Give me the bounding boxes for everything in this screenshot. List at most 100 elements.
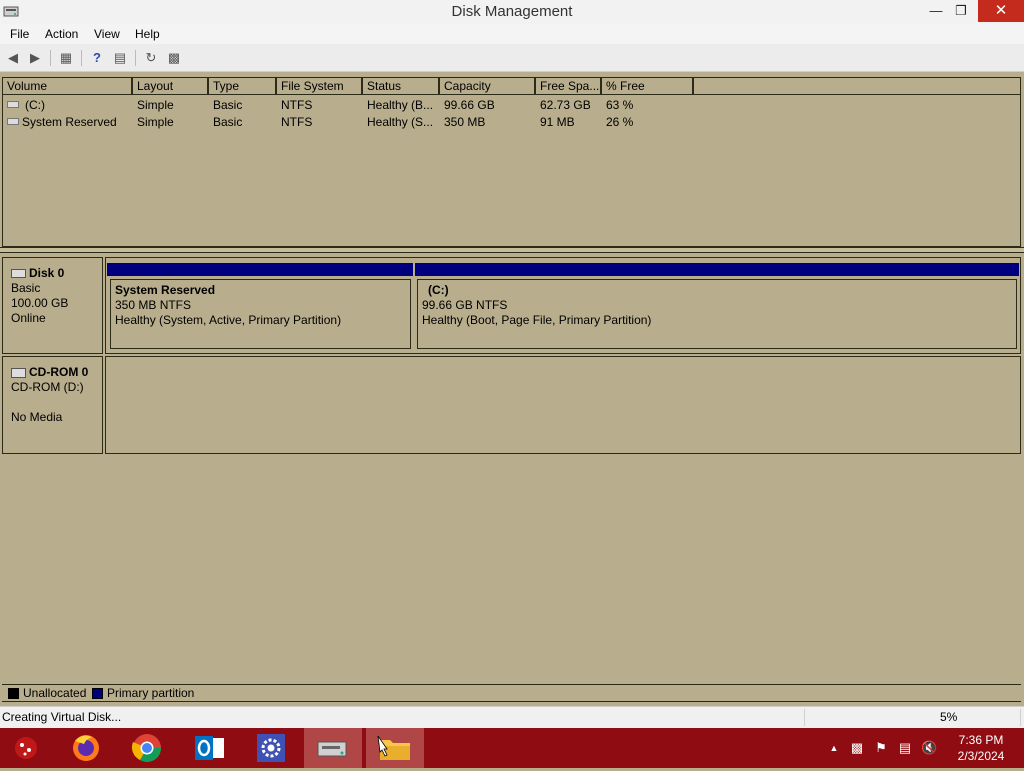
partition-name: System Reserved — [115, 283, 216, 297]
cell-volume: System Reserved — [22, 115, 117, 129]
table-row[interactable]: (C:) Simple Basic NTFS Healthy (B... 99.… — [3, 97, 1018, 114]
disk-name: CD-ROM 0 — [29, 365, 89, 379]
disk-type: Basic — [11, 281, 41, 295]
partition-c[interactable]: (C:) 99.66 GB NTFS Healthy (Boot, Page F… — [417, 279, 1017, 349]
forward-arrow-icon[interactable]: ▶ — [26, 49, 44, 67]
disk-type: CD-ROM (D:) — [11, 380, 84, 394]
volume-muted-icon[interactable]: 🔇 — [921, 739, 937, 757]
disk-management-taskbar-icon[interactable] — [304, 728, 362, 768]
title-bar: Disk Management — ❐ ✕ — [0, 0, 1024, 24]
cell-volume: (C:) — [25, 98, 45, 112]
cell-file-system: NTFS — [281, 98, 313, 112]
unallocated-swatch — [8, 688, 19, 699]
game-icon[interactable] — [0, 728, 58, 768]
partition-bar — [107, 263, 413, 276]
window-title: Disk Management — [451, 3, 573, 20]
status-progress: 5% — [940, 710, 958, 724]
column-header-free-space[interactable]: Free Spa... — [536, 78, 602, 95]
network-status-icon[interactable]: ▤ — [897, 739, 913, 757]
menu-bar: File Action View Help — [0, 24, 1024, 44]
cd-drive-icon — [11, 367, 26, 378]
cell-status: Healthy (S... — [367, 115, 434, 129]
partition-system-reserved[interactable]: System Reserved 350 MB NTFS Healthy (Sys… — [110, 279, 411, 349]
column-header-capacity[interactable]: Capacity — [440, 78, 536, 95]
toolbar: ◀ ▶ ▦ ? ▤ ↻ ▩ — [0, 44, 1024, 72]
cell-layout: Simple — [137, 98, 174, 112]
partition-name: (C:) — [428, 283, 449, 297]
cdrom-0-area[interactable] — [105, 356, 1021, 454]
column-header-percent-free[interactable]: % Free — [602, 78, 694, 95]
taskbar-clock[interactable]: 7:36 PM 2/3/2024 — [950, 732, 1012, 764]
partition-status: Healthy (Boot, Page File, Primary Partit… — [422, 313, 652, 327]
table-row[interactable]: System Reserved Simple Basic NTFS Health… — [3, 114, 1018, 131]
partition-status: Healthy (System, Active, Primary Partiti… — [115, 313, 342, 327]
disk-size: 100.00 GB — [11, 296, 69, 310]
help-icon[interactable]: ? — [88, 49, 106, 67]
toolbar-separator — [81, 50, 82, 66]
chrome-icon[interactable] — [118, 728, 176, 768]
toolbar-separator — [135, 50, 136, 66]
cell-status: Healthy (B... — [367, 98, 434, 112]
disk-graphical-view: Disk 0 Basic 100.00 GB Online System Res… — [2, 256, 1021, 684]
clock-time: 7:36 PM — [958, 733, 1004, 747]
action-center-flag-icon[interactable]: ⚑ — [873, 739, 889, 757]
show-hidden-icons-icon[interactable]: ▲ — [826, 739, 842, 757]
menu-view[interactable]: View — [94, 24, 120, 44]
partition-size: 350 MB NTFS — [115, 298, 192, 312]
column-header-layout[interactable]: Layout — [133, 78, 209, 95]
cell-free-space: 91 MB — [540, 115, 575, 129]
restore-button[interactable]: ❐ — [946, 0, 976, 22]
network-icon[interactable]: ▩ — [849, 739, 865, 757]
partition-size: 99.66 GB NTFS — [422, 298, 508, 312]
firefox-icon[interactable] — [58, 728, 116, 768]
volume-icon — [7, 101, 19, 108]
disk-media: No Media — [11, 410, 63, 424]
pane-splitter[interactable] — [0, 247, 1024, 253]
menu-file[interactable]: File — [10, 24, 29, 44]
volume-icon — [7, 118, 19, 125]
rescan-disks-icon[interactable]: ▩ — [165, 49, 183, 67]
file-explorer-icon[interactable] — [366, 728, 424, 768]
back-arrow-icon[interactable]: ◀ — [4, 49, 22, 67]
disk-state: Online — [11, 311, 46, 325]
primary-partition-swatch — [92, 688, 103, 699]
cell-free-space: 62.73 GB — [540, 98, 591, 112]
column-header-file-system[interactable]: File System — [277, 78, 363, 95]
settings-icon[interactable] — [242, 728, 300, 768]
cell-percent-free: 26 % — [606, 115, 634, 129]
cdrom-0-label[interactable]: CD-ROM 0 CD-ROM (D:) No Media — [2, 356, 103, 454]
legend: Unallocated Primary partition — [2, 684, 1021, 702]
cell-type: Basic — [213, 115, 243, 129]
toolbar-separator — [50, 50, 51, 66]
menu-help[interactable]: Help — [135, 24, 160, 44]
disk-0-label[interactable]: Disk 0 Basic 100.00 GB Online — [2, 257, 103, 354]
column-header-status[interactable]: Status — [363, 78, 440, 95]
column-header-volume[interactable]: Volume — [3, 78, 133, 95]
clock-date: 2/3/2024 — [957, 749, 1005, 763]
status-divider — [1020, 709, 1021, 726]
show-hide-console-tree-icon[interactable]: ▦ — [57, 49, 75, 67]
disk-name: Disk 0 — [29, 266, 65, 280]
properties-icon[interactable]: ▤ — [111, 49, 129, 67]
volume-list: Volume Layout Type File System Status Ca… — [2, 77, 1021, 247]
refresh-icon[interactable]: ↻ — [142, 49, 160, 67]
status-bar: Creating Virtual Disk... 5% — [0, 706, 1024, 728]
hard-disk-icon — [11, 269, 26, 279]
cell-type: Basic — [213, 98, 243, 112]
taskbar: ▲ ▩ ⚑ ▤ 🔇 7:36 PM 2/3/2024 — [0, 728, 1024, 768]
cell-capacity: 99.66 GB — [444, 98, 495, 112]
status-text: Creating Virtual Disk... — [2, 710, 122, 724]
cell-percent-free: 63 % — [606, 98, 634, 112]
close-button[interactable]: ✕ — [978, 0, 1024, 22]
cell-layout: Simple — [137, 115, 174, 129]
legend-label: Unallocated — [23, 686, 87, 700]
partition-bar — [415, 263, 1019, 276]
column-header-type[interactable]: Type — [209, 78, 277, 95]
menu-action[interactable]: Action — [45, 24, 78, 44]
column-header-filler — [694, 78, 1020, 95]
status-divider — [804, 709, 805, 726]
cell-capacity: 350 MB — [444, 115, 486, 129]
disk-0-partitions: System Reserved 350 MB NTFS Healthy (Sys… — [105, 257, 1021, 354]
outlook-icon[interactable] — [180, 728, 238, 768]
legend-label: Primary partition — [107, 686, 195, 700]
